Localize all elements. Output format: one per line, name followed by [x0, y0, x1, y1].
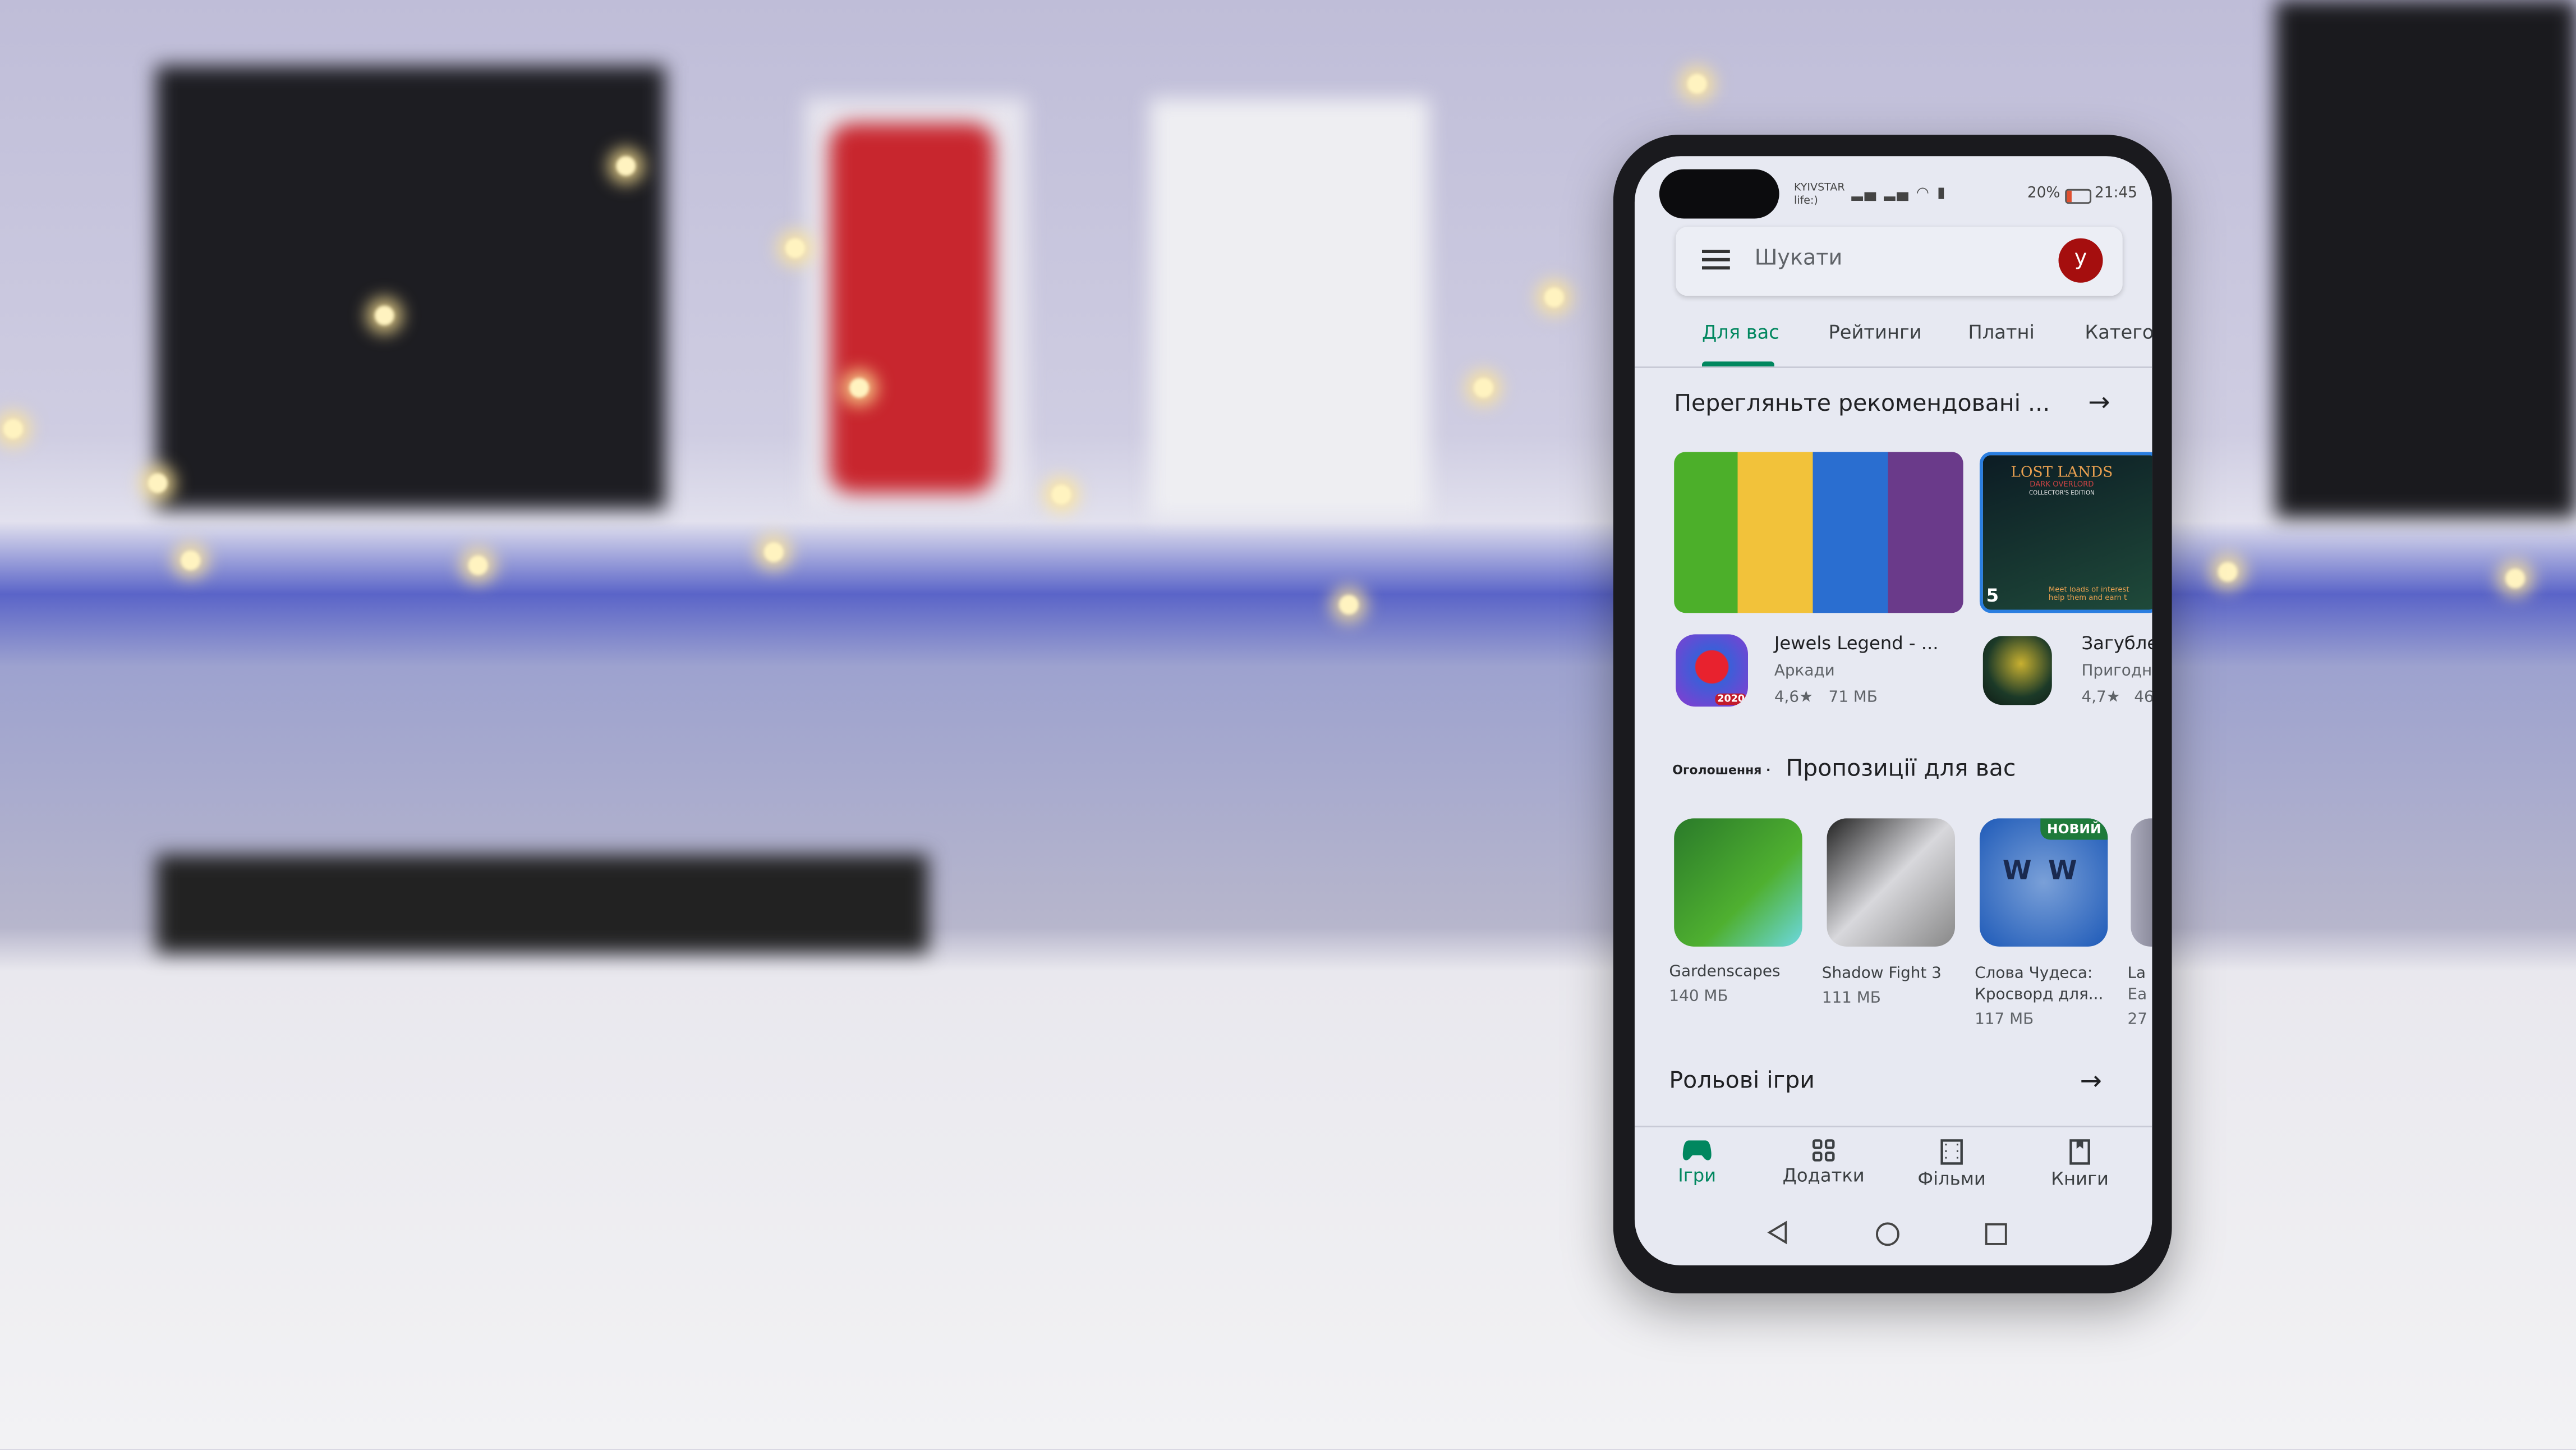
carrier: KYIVSTAR life:)	[1793, 181, 1845, 207]
menu-icon[interactable]	[1701, 250, 1730, 270]
clock: 21:45	[2094, 185, 2137, 203]
phone-screen: KYIVSTAR life:) ▂▄ ▂▄ ◠ ▮ 20% 21:45 Шукат…	[1634, 156, 2152, 1265]
tab-paid[interactable]: Платні	[1968, 320, 2035, 343]
active-tab-indicator	[1701, 361, 1774, 367]
nav-movies[interactable]: Фільми	[1894, 1139, 2009, 1190]
film-icon	[1940, 1139, 1963, 1165]
photo-scene: KYIVSTAR life:) ▂▄ ▂▄ ◠ ▮ 20% 21:45 Шукат…	[0, 0, 2576, 1449]
app-size: 46	[2134, 689, 2152, 707]
app-name[interactable]: Слова Чудеса:	[1975, 965, 2092, 983]
box-background	[156, 66, 666, 510]
section-title: Пропозиції для вас	[1786, 756, 2016, 782]
nav-label: Книги	[2051, 1168, 2109, 1190]
nav-label: Ігри	[1678, 1165, 1717, 1187]
signal-wifi-icons: ▂▄ ▂▄ ◠ ▮	[1851, 185, 1947, 203]
app-category: Пригодн	[2081, 662, 2152, 681]
apps-grid-icon	[1812, 1139, 1835, 1162]
wow-logo: WW	[2002, 854, 2094, 886]
box-background	[156, 854, 928, 953]
section-title[interactable]: Рольові ігри	[1669, 1068, 1814, 1095]
banner-lost-lands[interactable]: LOST LANDS DARK OVERLORD COLLECTOR'S EDI…	[1979, 452, 2152, 613]
arrow-right-icon[interactable]: →	[2080, 1065, 2102, 1096]
new-badge: НОВИЙ	[2040, 818, 2108, 840]
box-background	[1149, 98, 1429, 518]
nav-books[interactable]: Книги	[2022, 1139, 2137, 1190]
app-size: 140 МБ	[1669, 988, 1728, 1006]
divider	[1634, 1126, 2152, 1127]
search-input[interactable]: Шукати	[1755, 246, 1842, 271]
gamepad-icon	[1682, 1140, 1712, 1160]
divider	[1634, 366, 2152, 368]
app-size: 27	[2127, 1011, 2147, 1029]
app-name[interactable]: Jewels Legend - ...	[1774, 632, 1939, 654]
app-size: 71 МБ	[1828, 689, 1878, 707]
battery-percent: 20%	[2027, 185, 2060, 203]
app-name[interactable]: Gardenscapes	[1669, 963, 1780, 981]
app-icon-words-of-wonders[interactable]: НОВИЙ WW	[1979, 818, 2108, 947]
battery-icon	[2065, 189, 2092, 204]
recents-icon[interactable]	[1985, 1223, 2008, 1246]
app-rating: 4,6★	[1774, 689, 1814, 707]
nav-label: Фільми	[1917, 1168, 1986, 1190]
section-title[interactable]: Перегляньте рекомендовані ...	[1674, 391, 2050, 417]
tab-ratings[interactable]: Рейтинги	[1828, 320, 1921, 343]
app-size: 117 МБ	[1975, 1011, 2034, 1029]
tab-for-you[interactable]: Для вас	[1702, 320, 1779, 343]
app-name-line2: Ea	[2127, 986, 2147, 1004]
nav-games[interactable]: Ігри	[1640, 1139, 1755, 1186]
camera-cutout	[1659, 169, 1779, 219]
home-icon[interactable]	[1874, 1221, 1901, 1247]
box-background	[829, 123, 994, 493]
app-size: 111 МБ	[1821, 989, 1881, 1008]
app-name-line2: Кросворд для...	[1975, 986, 2104, 1004]
app-icon-lost-lands[interactable]	[1982, 636, 2052, 705]
nav-label: Додатки	[1782, 1165, 1865, 1187]
avatar[interactable]: y	[2058, 238, 2103, 283]
app-icon-gardenscapes[interactable]	[1674, 818, 1802, 947]
app-name[interactable]: Shadow Fight 3	[1822, 965, 1942, 983]
app-category: Аркади	[1774, 662, 1835, 681]
app-rating: 4,7★	[2081, 689, 2120, 707]
app-icon-jewels-legend[interactable]: 2020	[1676, 634, 1748, 707]
arrow-right-icon[interactable]: →	[2088, 386, 2110, 417]
back-icon[interactable]	[1766, 1219, 1789, 1246]
app-icon-shadow-fight-3[interactable]	[1827, 818, 1955, 947]
app-icon-partial[interactable]	[2131, 818, 2152, 947]
box-background	[2275, 0, 2576, 518]
search-bar[interactable]: Шукати y	[1676, 227, 2123, 296]
app-name[interactable]: Загубле	[2081, 632, 2152, 654]
app-name[interactable]: La	[2127, 965, 2146, 983]
banner-jewels-legend[interactable]	[1674, 452, 1963, 613]
tab-categories[interactable]: Катего	[2085, 320, 2152, 343]
nav-apps[interactable]: Додатки	[1766, 1139, 1881, 1186]
ads-label: Оголошення ·	[1672, 762, 1771, 778]
book-icon	[2069, 1139, 2090, 1165]
